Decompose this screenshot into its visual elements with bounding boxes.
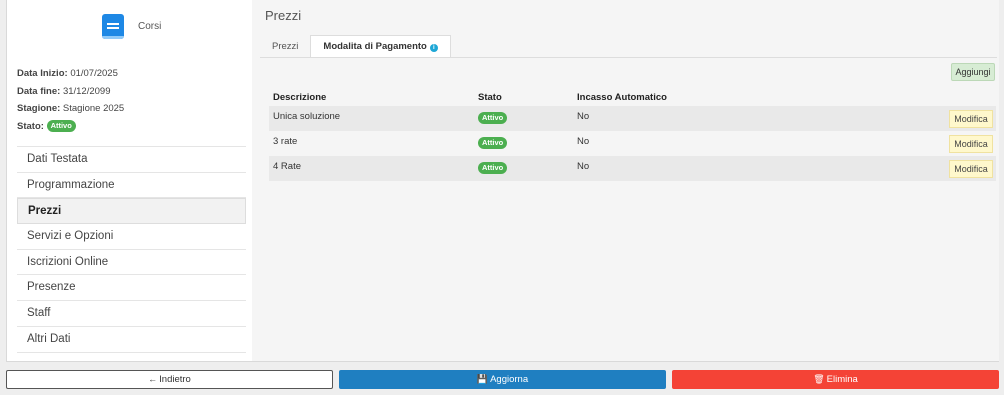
- sidebar: Corsi Data Inizio: 01/07/2025 Data fine:…: [7, 0, 255, 361]
- edit-button[interactable]: Modifica: [949, 110, 993, 128]
- save-icon: 💾: [476, 374, 489, 384]
- end-date-value: 31/12/2099: [62, 85, 111, 97]
- sidebar-item-presenze[interactable]: Presenze: [17, 275, 246, 302]
- sidebar-item-servizi-opzioni[interactable]: Servizi e Opzioni: [17, 224, 246, 250]
- tab-divider: [260, 57, 997, 58]
- start-date-value: 01/07/2025: [70, 68, 118, 79]
- course-info: Data Inizio: 01/07/2025 Data fine: 31/12…: [17, 65, 124, 135]
- sidebar-nav: Dati Testata Programmazione Prezzi Servi…: [17, 146, 246, 353]
- end-date-row: Data fine: 31/12/2099: [17, 85, 111, 97]
- tab-bar: Prezzi Modalita di Pagamento i: [260, 35, 451, 58]
- sidebar-item-prezzi[interactable]: Prezzi: [17, 198, 246, 225]
- column-header-stato: Stato: [478, 92, 502, 103]
- sidebar-item-dati-testata[interactable]: Dati Testata: [17, 147, 246, 173]
- column-header-incasso: Incasso Automatico: [577, 92, 667, 103]
- table-row: Unica soluzione Attivo No Modifica: [269, 106, 996, 131]
- row-auto-collection: No: [577, 161, 590, 172]
- row-description: 3 rate: [273, 136, 298, 147]
- book-icon-spine: [102, 36, 124, 39]
- row-description: Unica soluzione: [273, 111, 341, 122]
- main-card: Corsi Data Inizio: 01/07/2025 Data fine:…: [6, 0, 999, 362]
- trash-icon: 🗑: [813, 374, 825, 384]
- payment-methods-table: Descrizione Stato Incasso Automatico Uni…: [269, 89, 996, 181]
- season-row: Stagione: Stagione 2025: [17, 103, 125, 114]
- table-row: 3 rate Attivo No Modifica: [269, 131, 996, 156]
- sidebar-item-iscrizioni-online[interactable]: Iscrizioni Online: [17, 250, 246, 276]
- content-panel: Prezzi Prezzi Modalita di Pagamento i Agg…: [252, 0, 999, 361]
- tab-modalita-pagamento[interactable]: Modalita di Pagamento i: [310, 35, 451, 58]
- status-badge: Attivo: [478, 162, 508, 174]
- edit-button[interactable]: Modifica: [949, 160, 993, 178]
- table-row: 4 Rate Attivo No Modifica: [269, 156, 996, 181]
- status-badge: Attivo: [478, 112, 508, 124]
- row-auto-collection: No: [577, 136, 590, 147]
- table-header: Descrizione Stato Incasso Automatico: [269, 89, 996, 106]
- status-badge: Attivo: [478, 137, 508, 149]
- status-badge: Attivo: [46, 119, 76, 132]
- back-button[interactable]: ← Indietro: [6, 370, 333, 389]
- edit-button[interactable]: Modifica: [949, 135, 993, 153]
- tab-prezzi[interactable]: Prezzi: [260, 35, 310, 58]
- column-header-descrizione: Descrizione: [273, 92, 327, 103]
- start-date-row: Data Inizio: 01/07/2025: [17, 68, 118, 79]
- sidebar-item-altri-dati[interactable]: Altri Dati: [17, 327, 246, 353]
- row-description: 4 Rate: [273, 161, 301, 172]
- sidebar-item-programmazione[interactable]: Programmazione: [17, 173, 246, 199]
- season-value: Stagione 2025: [62, 103, 125, 114]
- status-row: Stato: Attivo: [17, 118, 124, 136]
- app-name: Corsi: [138, 21, 162, 32]
- update-button[interactable]: 💾 Aggiorna: [339, 370, 666, 389]
- sidebar-item-staff[interactable]: Staff: [17, 301, 246, 327]
- add-button[interactable]: Aggiungi: [951, 63, 995, 81]
- row-auto-collection: No: [577, 111, 590, 122]
- delete-button[interactable]: 🗑 Elimina: [672, 370, 999, 389]
- page-title: Prezzi: [265, 8, 302, 23]
- arrow-left-icon: ←: [148, 374, 158, 384]
- info-icon[interactable]: i: [429, 44, 438, 52]
